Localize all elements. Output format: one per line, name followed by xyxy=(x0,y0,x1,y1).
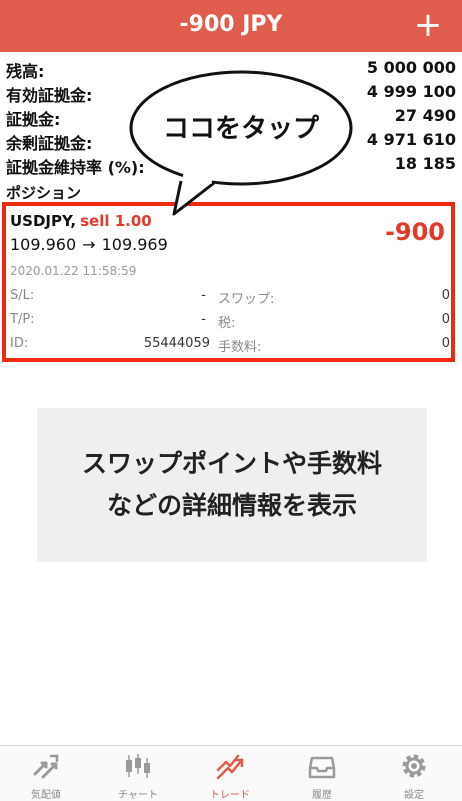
position-profit: -900 xyxy=(384,218,445,246)
callout-text: ココをタップ xyxy=(162,114,319,144)
position-item[interactable]: USDJPY, sell 1.00 -900 109.960 → 109.969 20… xyxy=(2,202,455,362)
bottom-tab-bar: 気配値 チャート トレード 履歴 設定 xyxy=(0,745,462,801)
tab-history[interactable]: 履歴 xyxy=(276,746,368,801)
swap-label: スワップ: xyxy=(218,292,275,307)
tab-trade-label: トレード xyxy=(210,790,250,801)
chart-icon xyxy=(126,754,150,778)
info-panel: スワップポイントや手数料 などの詳細情報を表示 xyxy=(37,408,427,562)
fee-label: 手数料: xyxy=(218,340,262,355)
add-order-button[interactable]: + xyxy=(410,6,446,44)
tax-label: 税: xyxy=(218,316,236,331)
tp-label: T/P: xyxy=(10,312,35,327)
open-price: 109.960 xyxy=(10,235,77,254)
balance-value: 5 000 000 xyxy=(366,58,456,77)
info-line-1: スワップポイントや手数料 xyxy=(81,449,382,478)
swap-value: 0 xyxy=(441,288,450,303)
margin-level-label: 証拠金維持率 (%): xyxy=(6,158,145,177)
equity-label: 有効証拠金: xyxy=(6,86,93,105)
tap-here-callout: ココをタップ xyxy=(126,66,356,216)
fee-value: 0 xyxy=(441,336,450,351)
position-datetime: 2020.01.22 11:58:59 xyxy=(10,264,137,278)
tab-quotes-label: 気配値 xyxy=(31,790,61,801)
current-price: 109.969 xyxy=(101,235,168,254)
tab-quotes[interactable]: 気配値 xyxy=(0,746,92,801)
tax-value: 0 xyxy=(441,312,450,327)
id-label: ID: xyxy=(10,336,29,351)
quotes-icon xyxy=(33,754,59,779)
tab-trade[interactable]: トレード xyxy=(184,746,276,801)
id-value: 55444059 xyxy=(143,336,210,351)
trade-icon xyxy=(216,754,244,780)
history-icon xyxy=(308,756,336,779)
balance-label: 残高: xyxy=(6,62,45,81)
tab-settings-label: 設定 xyxy=(404,790,424,801)
sl-label: S/L: xyxy=(10,288,35,303)
position-symbol: USDJPY, xyxy=(10,212,77,230)
free-margin-label: 余剰証拠金: xyxy=(6,134,93,153)
tab-chart[interactable]: チャート xyxy=(92,746,184,801)
profit-title: -900 JPY xyxy=(179,12,283,37)
arrow-right-icon: → xyxy=(82,235,96,254)
tp-value: - xyxy=(201,312,206,327)
margin-label: 証拠金: xyxy=(6,110,61,129)
settings-icon xyxy=(402,754,426,778)
positions-heading: ポジション xyxy=(6,184,82,202)
tab-settings[interactable]: 設定 xyxy=(368,746,460,801)
equity-value: 4 999 100 xyxy=(366,82,456,101)
top-header: -900 JPY + xyxy=(0,0,462,52)
position-prices: 109.960 → 109.969 xyxy=(10,235,168,254)
tab-history-label: 履歴 xyxy=(312,790,332,801)
sl-value: - xyxy=(201,288,206,303)
margin-level-value: 18 185 xyxy=(394,154,456,173)
free-margin-value: 4 971 610 xyxy=(366,130,456,149)
margin-value: 27 490 xyxy=(394,106,456,125)
info-line-2: などの詳細情報を表示 xyxy=(106,491,357,520)
tab-chart-label: チャート xyxy=(118,790,158,801)
